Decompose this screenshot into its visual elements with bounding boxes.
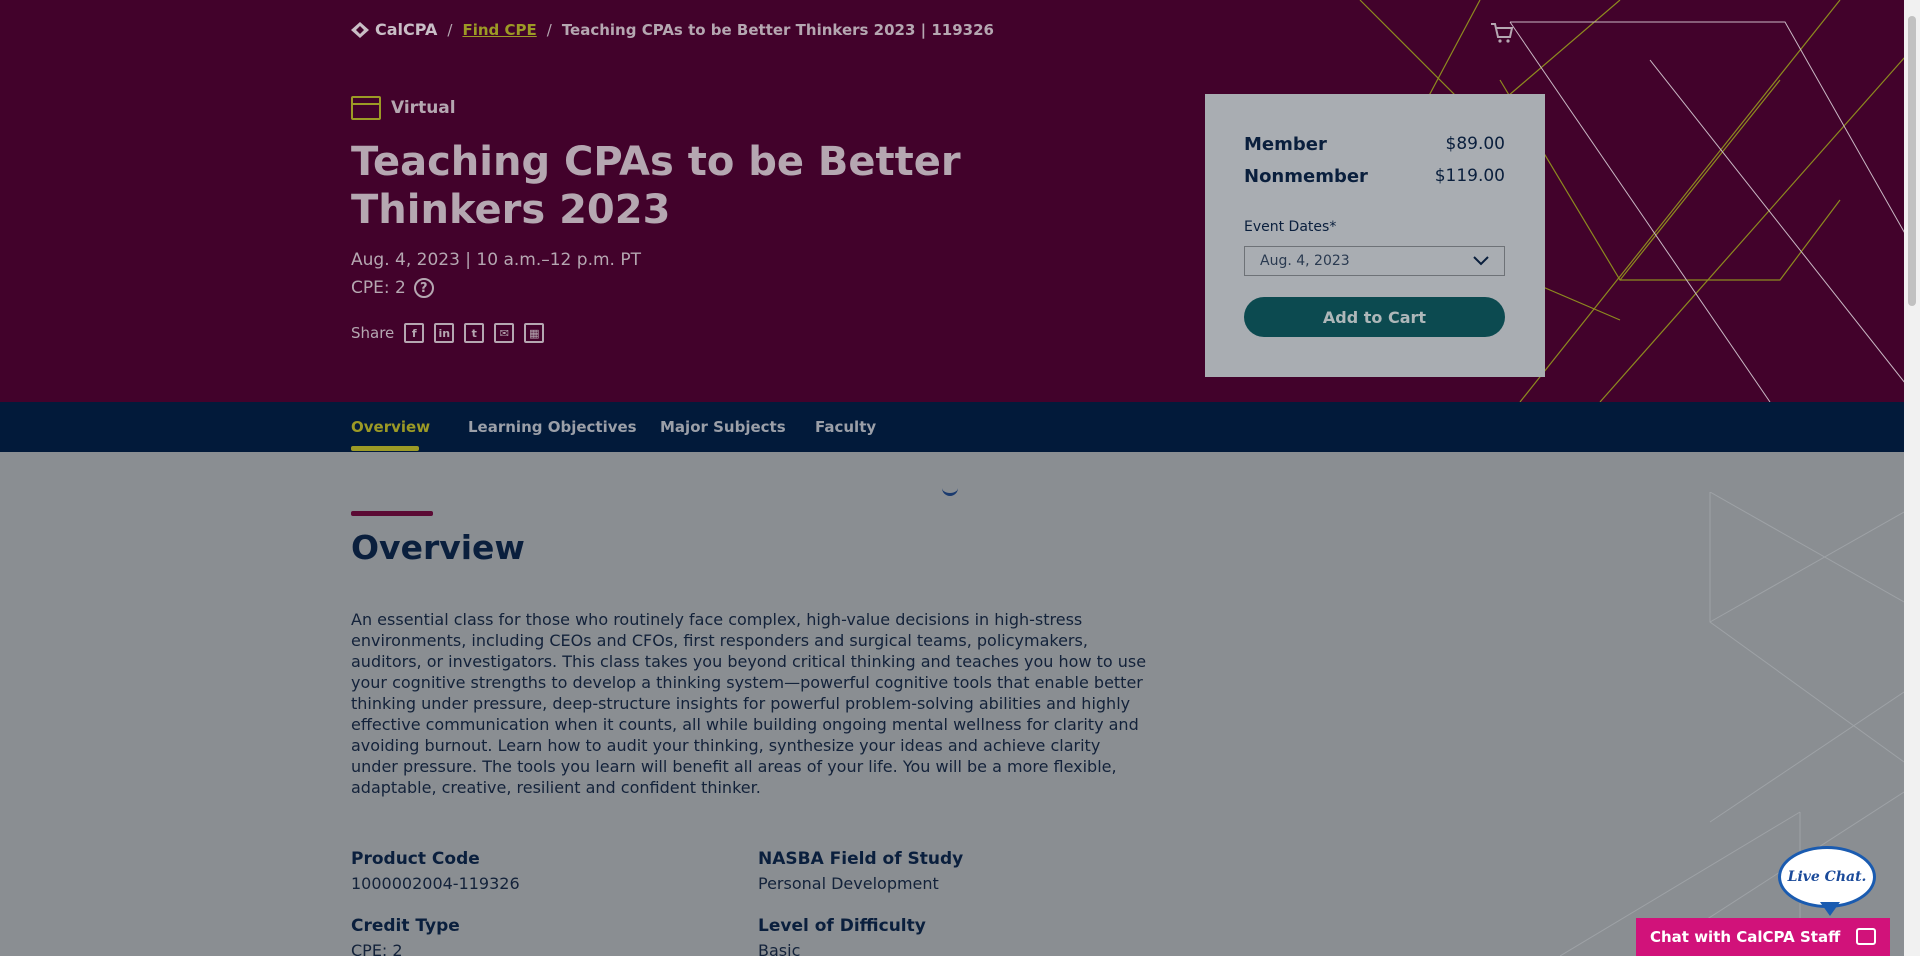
tab-faculty[interactable]: Faculty	[815, 418, 876, 436]
difficulty-label: Level of Difficulty	[758, 916, 926, 936]
event-dates-select[interactable]: Aug. 4, 2023	[1244, 246, 1505, 276]
credit-type-label: Credit Type	[351, 916, 460, 936]
share-bar: Share f in t ✉ ▦	[351, 323, 545, 343]
chevron-down-icon	[1473, 256, 1489, 266]
chat-bubble-tail	[1820, 902, 1840, 916]
event-date-selected: Aug. 4, 2023	[1260, 253, 1350, 269]
event-dates-label: Event Dates*	[1244, 219, 1337, 235]
course-hero: CalCPA / Find CPE / Teaching CPAs to be …	[0, 0, 1904, 402]
course-date: Aug. 4, 2023 | 10 a.m.–12 p.m. PT	[351, 250, 641, 270]
linkedin-icon[interactable]: in	[434, 323, 455, 343]
tab-major-subjects[interactable]: Major Subjects	[660, 418, 786, 436]
tab-overview[interactable]: Overview	[351, 418, 430, 436]
section-tabs: Overview Learning Objectives Major Subje…	[0, 402, 1904, 452]
nonmember-label: Nonmember	[1244, 166, 1368, 187]
member-label: Member	[1244, 134, 1327, 155]
calcpa-logo-icon	[351, 21, 369, 38]
facebook-icon[interactable]: f	[404, 323, 425, 343]
chat-icon	[1856, 928, 1876, 945]
breadcrumb-separator: /	[447, 20, 453, 39]
member-price-row: Member $89.00	[1244, 134, 1505, 155]
breadcrumb: CalCPA / Find CPE / Teaching CPAs to be …	[351, 20, 994, 39]
page-scrollbar[interactable]	[1904, 0, 1920, 956]
pricing-card: Member $89.00 Nonmember $119.00 Event Da…	[1205, 94, 1545, 377]
help-icon[interactable]: ?	[413, 278, 434, 298]
heading-accent-bar	[351, 511, 433, 516]
product-code-value: 1000002004-119326	[351, 874, 520, 893]
chat-with-staff-button[interactable]: Chat with CalCPA Staff	[1636, 918, 1890, 956]
calcpa-logo[interactable]: CalCPA	[351, 20, 437, 39]
logo-text: CalCPA	[375, 20, 438, 39]
cpe-value: CPE: 2	[351, 278, 406, 298]
difficulty-value: Basic	[758, 941, 801, 956]
breadcrumb-find-cpe[interactable]: Find CPE	[462, 21, 536, 39]
member-price: $89.00	[1445, 134, 1505, 154]
cart-icon[interactable]	[1490, 22, 1514, 44]
nasba-value: Personal Development	[758, 874, 939, 893]
email-icon[interactable]: ✉	[494, 323, 515, 343]
nasba-label: NASBA Field of Study	[758, 849, 964, 869]
nonmember-price-row: Nonmember $119.00	[1244, 166, 1505, 187]
breadcrumb-current: Teaching CPAs to be Better Thinkers 2023…	[561, 20, 994, 39]
credit-type-value: CPE: 2	[351, 941, 403, 956]
overview-heading: Overview	[351, 528, 525, 567]
course-cpe: CPE: 2 ?	[351, 278, 434, 298]
share-label: Share	[351, 324, 395, 342]
course-format: Virtual	[351, 96, 456, 120]
course-title: Teaching CPAs to be Better Thinkers 2023	[351, 139, 961, 233]
breadcrumb-separator: /	[546, 20, 552, 39]
active-tab-indicator	[351, 446, 419, 451]
product-code-label: Product Code	[351, 849, 480, 869]
overview-description: An essential class for those who routine…	[351, 610, 1147, 797]
live-chat-bubble[interactable]: Live Chat.	[1778, 846, 1876, 908]
tab-learning-objectives[interactable]: Learning Objectives	[468, 418, 637, 436]
scrollbar-thumb[interactable]	[1908, 16, 1916, 306]
nonmember-price: $119.00	[1434, 166, 1505, 186]
virtual-icon	[351, 96, 381, 120]
chat-bar-label: Chat with CalCPA Staff	[1650, 928, 1841, 946]
format-label: Virtual	[391, 98, 456, 118]
twitter-icon[interactable]: t	[464, 323, 485, 343]
add-to-cart-button[interactable]: Add to Cart	[1244, 297, 1505, 337]
calendar-icon[interactable]: ▦	[524, 323, 545, 343]
